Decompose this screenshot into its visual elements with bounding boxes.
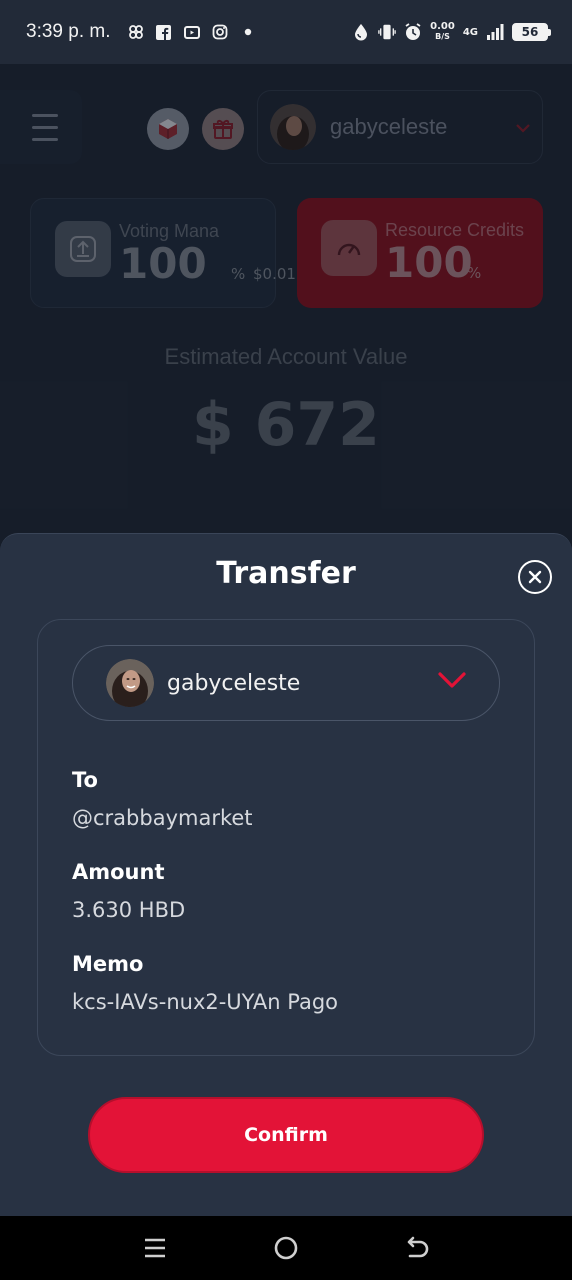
pinwheel-icon bbox=[127, 23, 145, 41]
amount-value: 3.630 HBD bbox=[72, 898, 186, 922]
close-icon bbox=[528, 570, 542, 584]
vibrate-icon bbox=[378, 23, 396, 41]
facebook-icon bbox=[155, 23, 173, 41]
memo-value: kcs-IAVs-nux2-UYAn Pago bbox=[72, 990, 338, 1014]
chevron-down-icon bbox=[437, 670, 467, 694]
home-icon bbox=[274, 1236, 298, 1260]
sheet-title: Transfer bbox=[216, 556, 356, 591]
signal-icon bbox=[486, 23, 504, 41]
amount-label: Amount bbox=[72, 860, 165, 884]
from-account-name: gabyceleste bbox=[167, 670, 301, 696]
from-account-selector[interactable]: gabyceleste bbox=[72, 645, 500, 721]
back-button[interactable] bbox=[397, 1228, 437, 1268]
recent-apps-button[interactable] bbox=[135, 1228, 175, 1268]
recent-apps-icon bbox=[145, 1238, 166, 1258]
transfer-details-panel: gabyceleste To @crabbaymarket Amount 3.6… bbox=[37, 619, 535, 1056]
battery-icon: 56 bbox=[512, 23, 551, 41]
youtube-icon bbox=[183, 23, 201, 41]
instagram-icon bbox=[211, 23, 229, 41]
net-speed: 0.00 B/S bbox=[430, 22, 455, 42]
status-time: 3:39 p. m. bbox=[26, 21, 111, 42]
water-drop-icon bbox=[352, 23, 370, 41]
confirm-button[interactable]: Confirm bbox=[88, 1097, 484, 1173]
net-speed-value: 0.00 bbox=[430, 21, 455, 32]
back-icon bbox=[407, 1236, 428, 1258]
close-button[interactable] bbox=[518, 560, 552, 594]
dot-icon bbox=[239, 23, 257, 41]
to-label: To bbox=[72, 768, 98, 792]
avatar bbox=[106, 659, 154, 707]
to-value: @crabbaymarket bbox=[72, 806, 253, 830]
status-bar: 3:39 p. m. 0.00 B/S 4G 56 bbox=[0, 0, 572, 64]
memo-label: Memo bbox=[72, 952, 144, 976]
network-type: 4G bbox=[462, 26, 478, 38]
transfer-sheet: Transfer gabyceleste To @crabbaymarket A… bbox=[0, 533, 572, 1216]
alarm-icon bbox=[404, 23, 422, 41]
net-speed-unit: B/S bbox=[435, 32, 450, 41]
home-button[interactable] bbox=[266, 1228, 306, 1268]
system-nav-bar bbox=[0, 1216, 572, 1280]
